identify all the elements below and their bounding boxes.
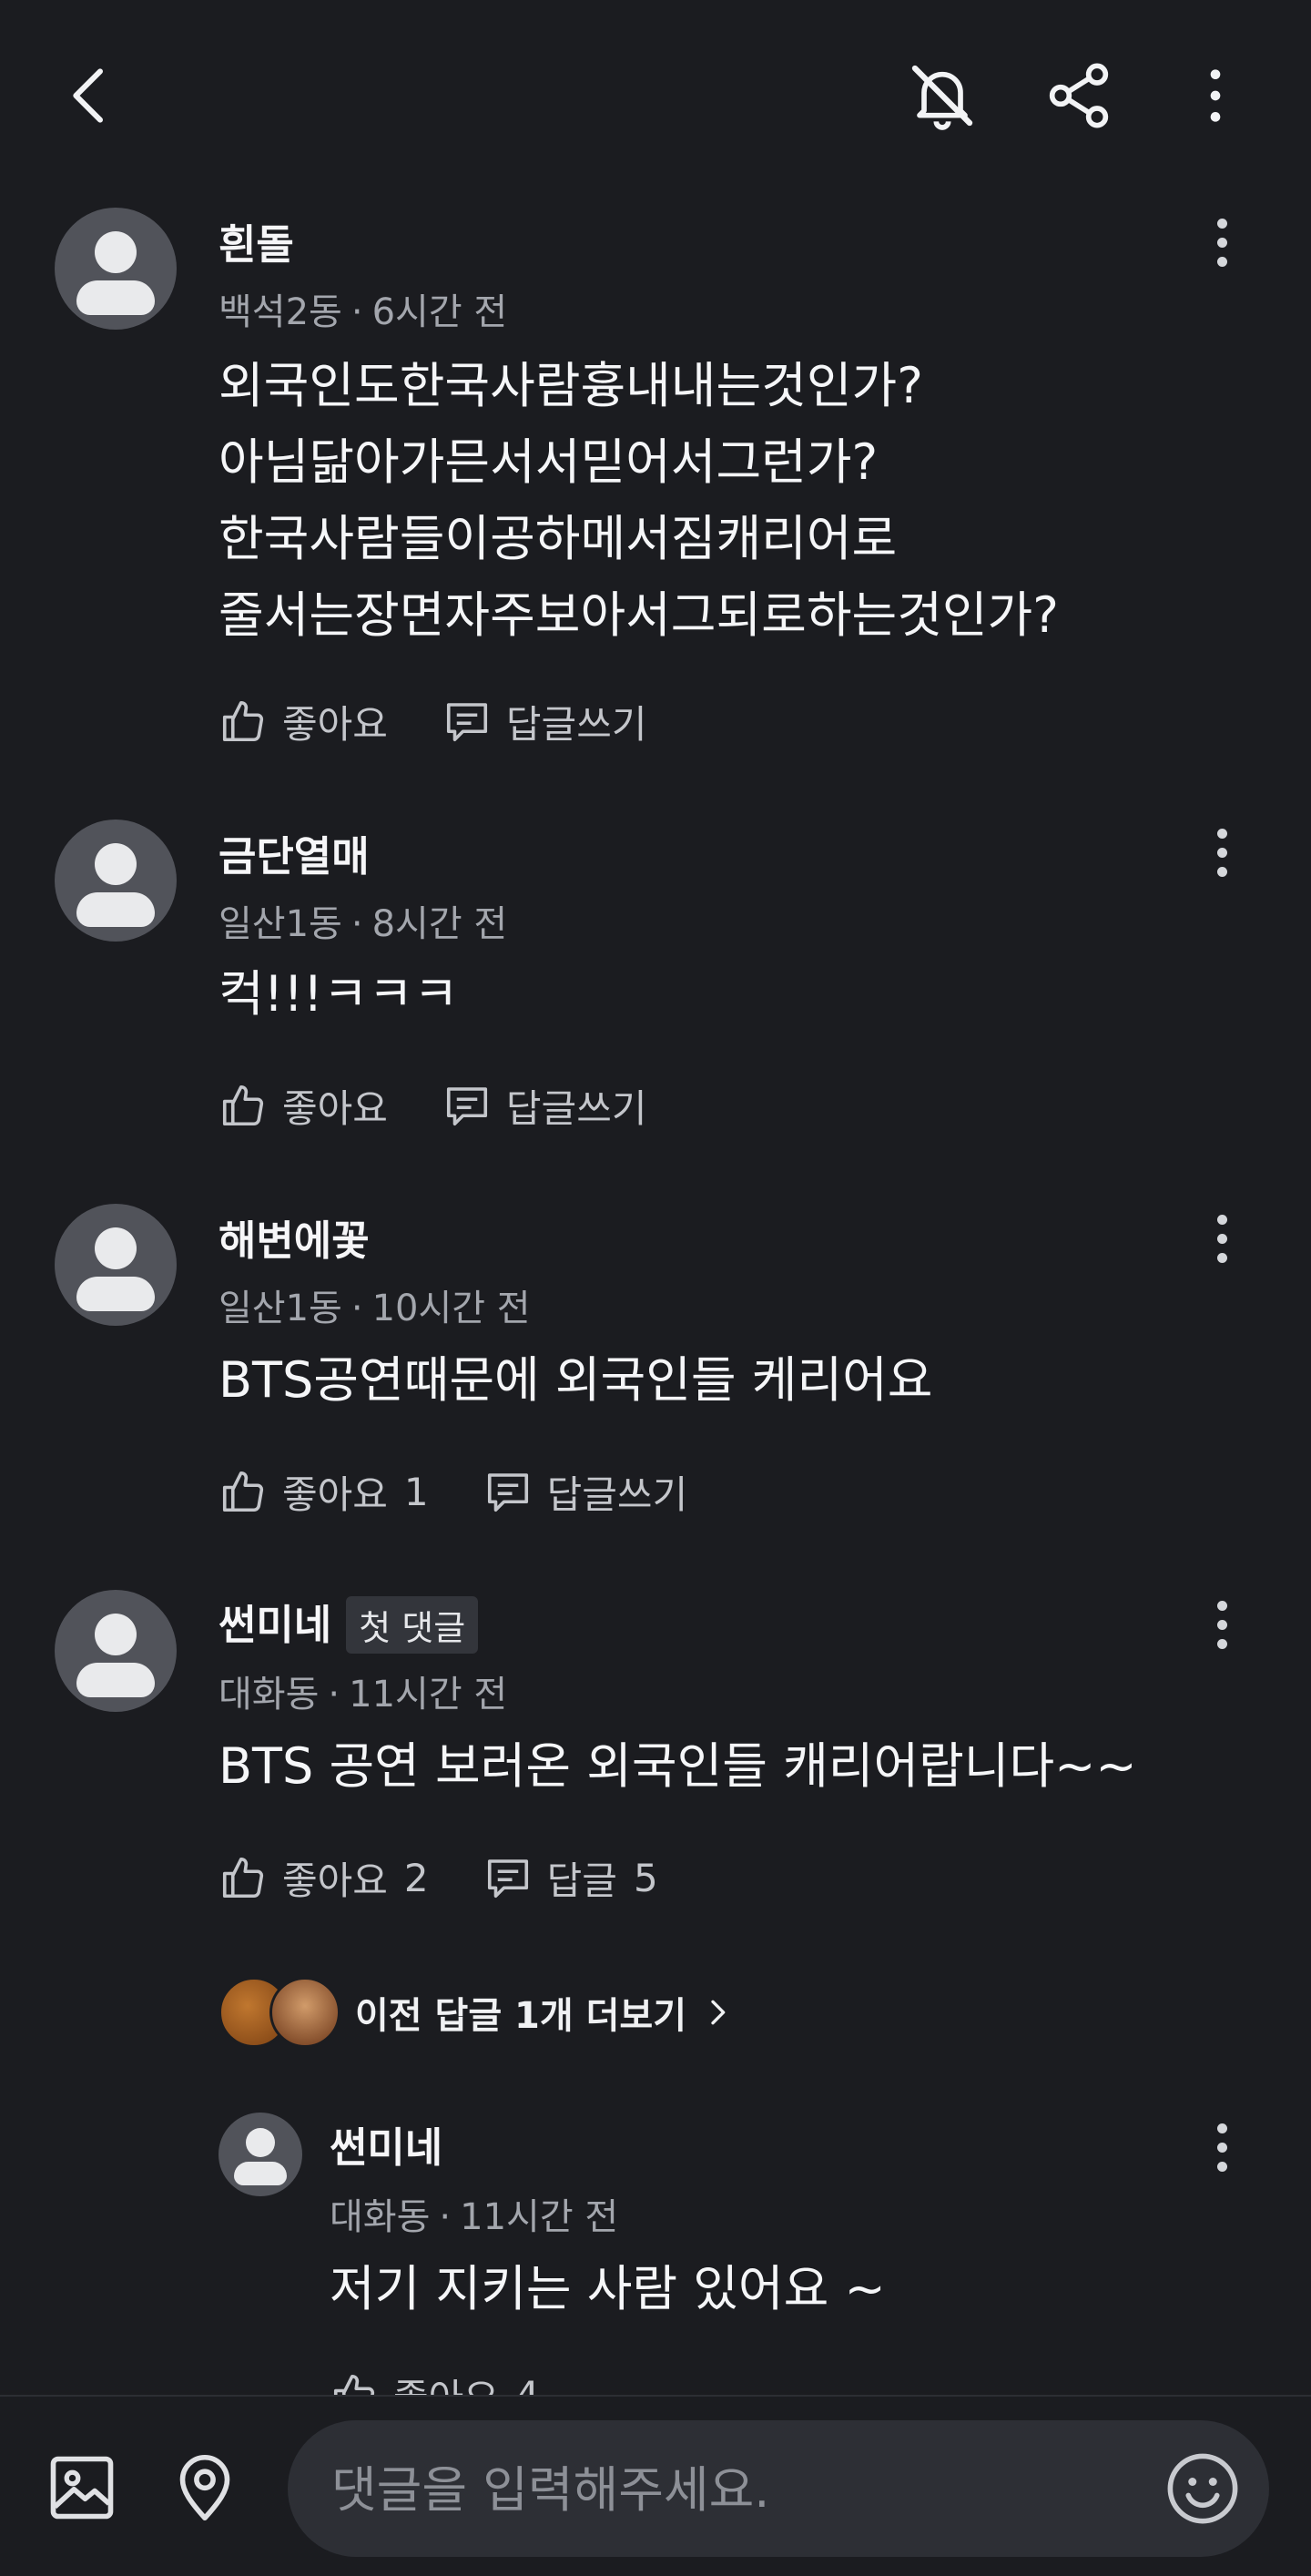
like-button[interactable]: 좋아요 1 — [218, 1464, 429, 1520]
first-comment-badge: 첫 댓글 — [346, 1595, 479, 1654]
reply-label: 답글쓰기 — [505, 701, 647, 747]
comment-icon — [446, 703, 487, 742]
share-button[interactable] — [1038, 55, 1120, 137]
chevron-left-icon — [73, 68, 103, 123]
comment-location: 백석2동 — [218, 291, 342, 333]
reply-location: 대화동 — [330, 2196, 431, 2238]
comment-more-button[interactable] — [1202, 206, 1242, 279]
attach-location-button[interactable] — [164, 2447, 246, 2529]
comment-time: 11시간 전 — [349, 1674, 508, 1716]
reply-label: 답글쓰기 — [505, 1085, 647, 1131]
reply-label: 답글 — [546, 1858, 617, 1903]
reply-button[interactable]: 답글쓰기 — [483, 1464, 688, 1520]
image-icon — [50, 2456, 114, 2520]
comment-meta: 백석2동 · 6시간 전 — [218, 291, 508, 333]
reply-author[interactable]: 썬미네 — [330, 2114, 442, 2174]
like-button[interactable]: 좋아요 — [218, 1078, 388, 1134]
comment-more-button[interactable] — [1202, 1202, 1242, 1275]
comment-location: 일산1동 — [218, 1288, 342, 1329]
comment-actions: 좋아요 1 답글쓰기 — [218, 1464, 687, 1519]
back-button[interactable] — [50, 55, 132, 137]
avatar[interactable] — [55, 208, 177, 330]
load-previous-replies-button[interactable]: 이전 답글 1개 더보기 — [218, 1976, 736, 2049]
comment-more-button[interactable] — [1202, 1588, 1242, 1661]
share-icon — [1049, 63, 1109, 128]
thumbs-up-icon — [222, 1471, 264, 1512]
location-pin-icon — [179, 2455, 230, 2521]
comment-text: 외국인도한국사람흉내내는것인가? 아님닮아가믄서서믿어서그런가? 한국사람들이공… — [218, 348, 1059, 654]
reply-text: 저기 지키는 사람 있어요 ~ — [330, 2260, 886, 2317]
comment-text-line: BTS공연때문에 외국인들 케리어요 — [218, 1351, 933, 1409]
thumbs-up-icon — [222, 1857, 264, 1899]
load-previous-replies-label: 이전 답글 1개 더보기 — [355, 1995, 687, 2037]
comment-author-row: 썬미네 첫 댓글 — [218, 1592, 479, 1657]
like-label: 좋아요 — [282, 1858, 388, 1903]
comment-text-line: 한국사람들이공하메서짐캐리어로 — [218, 510, 898, 567]
more-options-button[interactable] — [1174, 55, 1256, 137]
thumbs-up-icon — [222, 1084, 264, 1126]
comment-author[interactable]: 흰돌 — [218, 211, 294, 270]
comment-meta: 대화동 · 11시간 전 — [218, 1674, 508, 1716]
comment-text-line: 줄서는장면자주보아서그되로하는것인가? — [218, 586, 1059, 644]
reply-meta: 대화동 · 11시간 전 — [330, 2196, 619, 2238]
comment-time: 6시간 전 — [371, 291, 508, 333]
reply-button[interactable]: 답글쓰기 — [442, 694, 647, 749]
avatar[interactable] — [55, 820, 177, 942]
comment-meta: 일산1동 · 10시간 전 — [218, 1288, 531, 1329]
thumbs-up-icon — [222, 700, 264, 742]
comment-text-line: 외국인도한국사람흉내내는것인가? — [218, 357, 923, 414]
avatar[interactable] — [55, 1204, 177, 1326]
comment-author[interactable]: 해변에꽃 — [218, 1207, 370, 1267]
reply-time: 11시간 전 — [460, 2196, 619, 2238]
like-label: 좋아요 — [282, 1085, 388, 1131]
reply-button[interactable]: 답글쓰기 — [442, 1078, 647, 1134]
comment-text-line: 아님닮아가믄서서믿어서그런가? — [218, 433, 879, 491]
avatar[interactable] — [55, 1590, 177, 1712]
like-count: 1 — [403, 1469, 429, 1514]
comment-text-line: 컥!!!ㅋㅋㅋ — [218, 965, 459, 1023]
comment-actions: 좋아요 2 답글 5 — [218, 1850, 658, 1905]
comment-input[interactable] — [330, 2420, 1062, 2559]
comment-author[interactable]: 금단열매 — [218, 823, 370, 882]
reply-more-button[interactable] — [1202, 2111, 1242, 2184]
more-vertical-icon — [1210, 69, 1221, 122]
comment-input-container — [288, 2420, 1269, 2559]
comment-time: 8시간 전 — [371, 903, 508, 945]
comment-meta: 일산1동 · 8시간 전 — [218, 903, 508, 945]
like-count: 2 — [403, 1855, 429, 1900]
comment-text: 컥!!!ㅋㅋㅋ — [218, 956, 459, 1033]
chevron-right-icon — [711, 2000, 726, 2025]
attach-image-button[interactable] — [41, 2447, 123, 2529]
avatar[interactable] — [218, 2113, 302, 2196]
comment-location: 대화동 — [218, 1674, 320, 1716]
comment-icon — [487, 1473, 528, 1512]
comment-more-button[interactable] — [1202, 816, 1242, 889]
emoji-icon[interactable] — [1162, 2448, 1244, 2530]
reply-count: 5 — [633, 1855, 658, 1900]
reply-button[interactable]: 답글 5 — [483, 1850, 658, 1906]
like-button[interactable]: 좋아요 — [218, 694, 388, 749]
comment-icon — [446, 1087, 487, 1126]
reply-author-thumbnail — [269, 1977, 340, 2048]
like-label: 좋아요 — [282, 701, 388, 747]
reply-label: 답글쓰기 — [546, 1471, 688, 1517]
comment-text: BTS 공연 보러온 외국인들 캐리어랍니다~~ — [218, 1728, 1137, 1805]
bell-off-icon — [911, 65, 973, 130]
like-button[interactable]: 좋아요 2 — [218, 1850, 429, 1906]
comment-text: BTS공연때문에 외국인들 케리어요 — [218, 1342, 932, 1419]
comment-time: 10시간 전 — [371, 1288, 531, 1329]
notification-toggle-button[interactable] — [901, 55, 983, 137]
like-label: 좋아요 — [282, 1471, 388, 1517]
comment-location: 일산1동 — [218, 903, 342, 945]
comment-actions: 좋아요 답글쓰기 — [218, 1078, 646, 1133]
comment-author[interactable]: 썬미네 — [218, 1601, 331, 1649]
comment-composer — [0, 2395, 1311, 2576]
comment-icon — [487, 1859, 528, 1899]
comment-text-line: BTS 공연 보러온 외국인들 캐리어랍니다~~ — [218, 1737, 1137, 1795]
comment-actions: 좋아요 답글쓰기 — [218, 694, 646, 748]
top-bar — [0, 0, 1311, 191]
